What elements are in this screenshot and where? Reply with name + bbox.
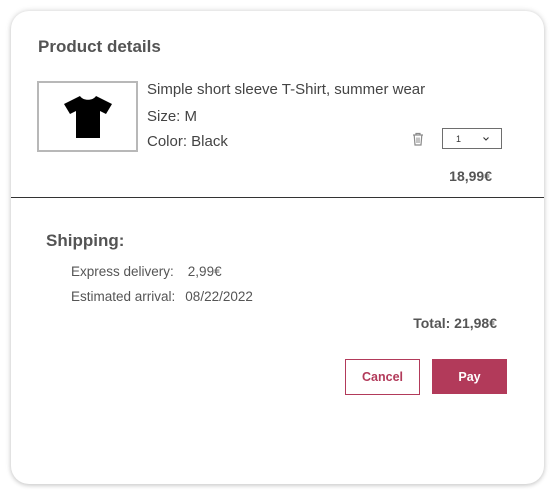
shipping-title: Shipping: [46,231,125,250]
pay-button[interactable]: Pay [432,359,507,394]
product-image [37,81,138,152]
trash-icon[interactable] [410,131,426,147]
chevron-down-icon [483,136,489,141]
checkout-card: Product details Simple short sleeve T-Sh… [11,11,544,484]
product-size: Size: M [147,108,198,125]
order-total: Total: 21,98€ [413,315,497,331]
tshirt-icon [63,95,112,138]
delivery-value: 2,99€ [187,264,222,279]
section-divider [11,197,544,198]
arrival-value: 08/22/2022 [185,289,253,304]
quantity-value: 1 [456,133,462,144]
product-color: Color: Black [147,133,228,150]
arrival-label: Estimated arrival: [71,289,176,304]
cancel-button[interactable]: Cancel [345,359,420,395]
delivery-label: Express delivery: [71,264,174,279]
page-title: Product details [38,37,161,56]
product-name: Simple short sleeve T-Shirt, summer wear [147,81,426,98]
delivery-row: Express delivery: 2,99€ [71,264,222,279]
quantity-select[interactable]: 1 [442,128,502,149]
product-price: 18,99€ [449,168,492,184]
arrival-row: Estimated arrival: 08/22/2022 [71,289,253,304]
